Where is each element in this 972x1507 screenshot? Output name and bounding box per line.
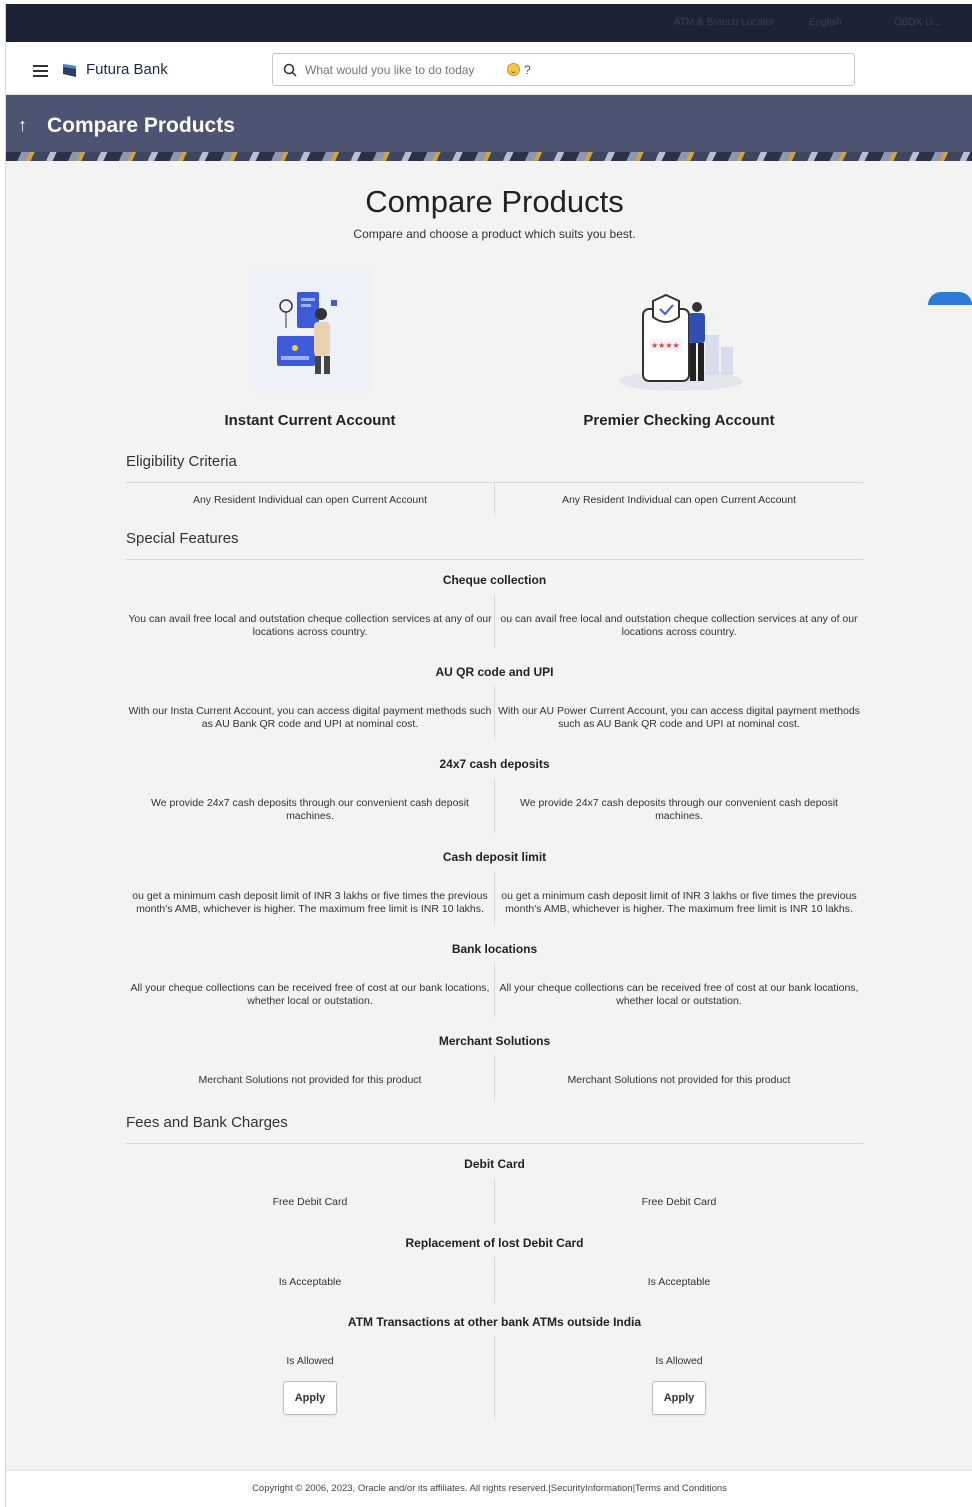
page-footer: Copyright © 2006, 2023, Oracle and/or it… (6, 1470, 972, 1507)
eligibility-right: Any Resident Individual can open Current… (561, 494, 797, 506)
feature-cheque-collection-right: ou can avail free local and outstation c… (500, 613, 858, 638)
section-fees-bank-charges: Fees and Bank Charges (126, 1114, 288, 1131)
product-name-instant-current: Instant Current Account (224, 412, 396, 429)
fee-title-debit-card: Debit Card (464, 1157, 525, 1171)
compare-heading: Compare Products (365, 184, 624, 219)
banner-decoration (6, 152, 972, 161)
eligibility-left: Any Resident Individual can open Current… (192, 494, 428, 506)
instant-current-account-illustration (249, 270, 372, 393)
compare-subheading: Compare and choose a product which suits… (353, 227, 636, 241)
feature-bank-locations-right: All your cheque collections can be recei… (499, 982, 859, 1007)
divider (126, 559, 863, 560)
fee-replacement-debit-card-left: Is Acceptable (278, 1276, 342, 1288)
feature-title-cash-deposit-limit: Cash deposit limit (442, 850, 547, 864)
section-eligibility-criteria: Eligibility Criteria (126, 453, 237, 470)
apply-button-instant-current[interactable]: Apply (283, 1381, 337, 1415)
feature-cash-deposit-limit-left: ou get a minimum cash deposit limit of I… (132, 890, 488, 915)
feature-bank-locations-left: All your cheque collections can be recei… (130, 982, 490, 1007)
feature-title-bank-locations: Bank locations (451, 942, 538, 956)
smiley-icon (507, 63, 520, 76)
back-arrow-icon[interactable]: ↑ (18, 115, 27, 136)
feature-merchant-solutions-left: Merchant Solutions not provided for this… (198, 1074, 422, 1086)
user-menu[interactable]: OBDX U... (894, 17, 941, 28)
feature-au-qr-upi-right: With our AU Power Current Account, you c… (498, 705, 860, 730)
product-name-premier-checking: Premier Checking Account (583, 412, 775, 429)
fee-debit-card-left: Free Debit Card (272, 1196, 348, 1208)
security-information-link[interactable]: SecurityInformation (551, 1483, 633, 1494)
premier-checking-account-illustration: ★★★★ (619, 293, 743, 391)
search-input[interactable] (305, 62, 505, 77)
top-bar: ATM & Branch Locator English OBDX U... (6, 4, 972, 42)
fee-debit-card-right: Free Debit Card (641, 1196, 717, 1208)
app-frame: ATM & Branch Locator English OBDX U... F… (5, 4, 972, 1507)
hamburger-menu-icon[interactable] (33, 65, 48, 77)
atm-branch-locator-link[interactable]: ATM & Branch Locator (674, 17, 774, 28)
feature-merchant-solutions-right: Merchant Solutions not provided for this… (567, 1074, 791, 1086)
feature-cheque-collection-left: You can avail free local and outstation … (128, 613, 492, 638)
terms-conditions-link[interactable]: Terms and Conditions (635, 1483, 727, 1494)
feature-cash-deposits-left: We provide 24x7 cash deposits through ou… (151, 797, 469, 822)
feature-cash-deposits-right: We provide 24x7 cash deposits through ou… (520, 797, 838, 822)
search-suffix: ? (524, 62, 531, 77)
fee-title-replacement-debit-card: Replacement of lost Debit Card (405, 1236, 584, 1250)
bank-name: Futura Bank (86, 61, 168, 78)
feature-cash-deposit-limit-right: ou get a minimum cash deposit limit of I… (501, 890, 857, 915)
bank-logo[interactable]: Futura Bank (62, 61, 168, 78)
section-special-features: Special Features (126, 530, 239, 547)
feature-au-qr-upi-left: With our Insta Current Account, you can … (128, 705, 492, 730)
language-select[interactable]: English (809, 17, 842, 28)
chat-assistant-button[interactable] (928, 292, 972, 305)
feature-title-cheque-collection: Cheque collection (442, 573, 547, 587)
column-divider (494, 1336, 495, 1420)
fee-atm-outside-india-right: Is Allowed (655, 1355, 703, 1367)
fee-atm-outside-india-left: Is Allowed (286, 1355, 334, 1367)
search-bar[interactable]: ? (272, 53, 855, 86)
apply-button-premier-checking[interactable]: Apply (652, 1381, 706, 1415)
feature-title-cash-deposits: 24x7 cash deposits (439, 757, 550, 771)
search-icon (283, 63, 297, 77)
page-title: Compare Products (47, 114, 235, 137)
page-banner: ↑ Compare Products (6, 95, 972, 161)
feature-title-au-qr-upi: AU QR code and UPI (435, 665, 554, 679)
fee-title-atm-outside-india: ATM Transactions at other bank ATMs outs… (347, 1315, 642, 1329)
svg-text:★★★★: ★★★★ (651, 341, 680, 350)
fee-replacement-debit-card-right: Is Acceptable (647, 1276, 711, 1288)
feature-title-merchant-solutions: Merchant Solutions (438, 1034, 551, 1048)
divider (126, 1143, 863, 1144)
app-header: Futura Bank ? (6, 42, 972, 95)
copyright-text: Copyright © 2006, 2023, Oracle and/or it… (252, 1483, 549, 1494)
bank-logo-icon (63, 63, 76, 77)
